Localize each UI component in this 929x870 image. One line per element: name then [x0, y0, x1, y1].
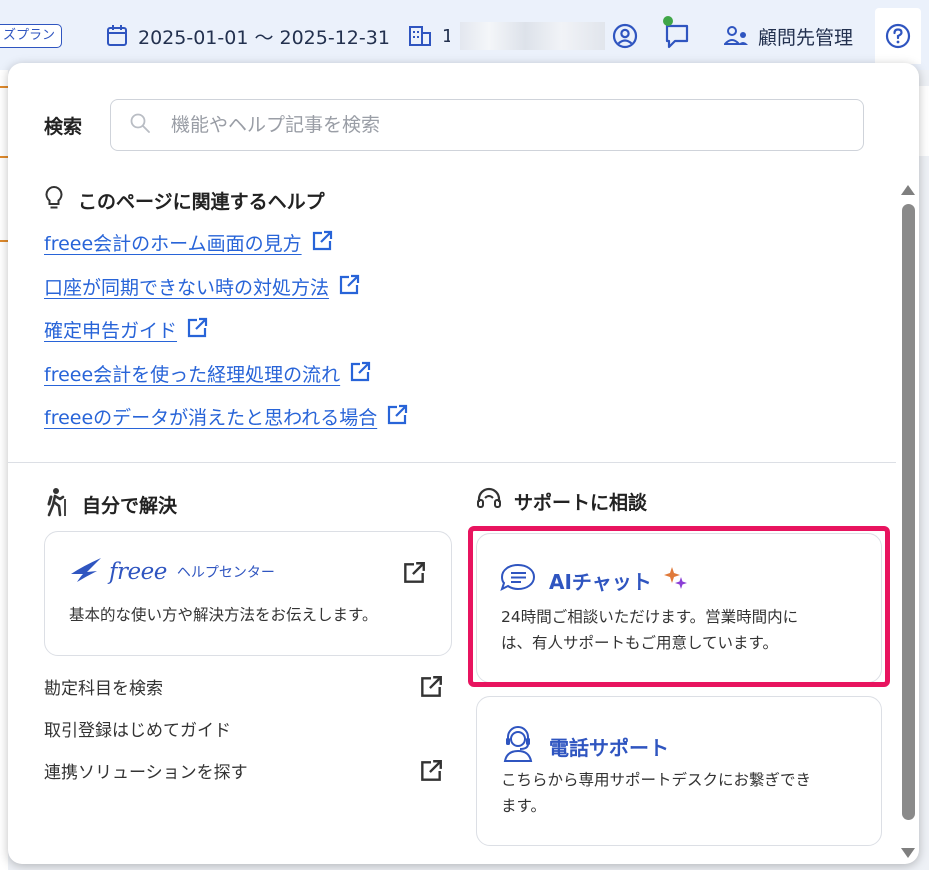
scroll-down-arrow[interactable]: [901, 848, 915, 858]
calendar-icon: [106, 24, 128, 48]
notification-dot: [663, 16, 673, 26]
phone-support-description-line: こちらから専用サポートデスクにお繋ぎでき: [501, 771, 812, 789]
search-box[interactable]: [110, 99, 864, 151]
help-dropdown-panel: 検索 このページに関連するヘルプ freee会計のホーム画面の見方 口座が同期で…: [8, 63, 919, 864]
top-bar: ズプラン 2025-01-01 〜 2025-12-31 1 顧問先管理: [0, 0, 929, 70]
chat-bubble-icon: [499, 562, 537, 598]
support-heading: サポートに相談: [476, 487, 647, 516]
related-help-link[interactable]: 口座が同期できない時の対処方法: [44, 273, 409, 317]
section-divider: [8, 462, 896, 463]
background-panel-edge: [918, 86, 929, 156]
external-link-icon: [401, 560, 427, 590]
ai-chat-description: 24時間ご相談いただけます。営業時間内に は、有人サポートもご用意しています。: [501, 604, 798, 656]
related-help-link[interactable]: freee会計のホーム画面の見方: [44, 229, 409, 273]
help-search-row: 検索: [44, 99, 864, 151]
profile-button[interactable]: [612, 20, 638, 52]
search-label: 検索: [44, 115, 83, 138]
background-divider: [0, 86, 8, 88]
scrollbar-thumb[interactable]: [902, 204, 915, 820]
related-help-link-text[interactable]: freee会計のホーム画面の見方: [44, 229, 302, 256]
related-help-link-text[interactable]: freee会計を使った経理処理の流れ: [44, 360, 340, 387]
related-help-link-text[interactable]: 口座が同期できない時の対処方法: [44, 273, 329, 300]
ai-chat-card[interactable]: AIチャット 24時間ご相談いただけます。営業時間内に は、有人サポートもご用意…: [476, 533, 882, 683]
fiscal-period-selector[interactable]: 2025-01-01 〜 2025-12-31: [106, 20, 390, 52]
self-solve-heading: 自分で解決: [46, 487, 177, 522]
scroll-up-arrow[interactable]: [901, 185, 915, 195]
phone-support-description-line: ます。: [501, 797, 546, 815]
self-solve-title: 自分で解決: [82, 495, 178, 517]
client-management-label: 顧問先管理: [758, 26, 854, 49]
help-icon: [885, 23, 911, 49]
phone-support-header: 電話サポート: [499, 725, 669, 767]
tool-link-label: 取引登録はじめてガイド: [44, 721, 231, 741]
office-name-fragment: 1: [442, 25, 450, 47]
phone-support-label: 電話サポート: [549, 735, 669, 760]
ai-chat-description-line: は、有人サポートもご用意しています。: [501, 634, 778, 652]
headset-icon: [476, 487, 502, 516]
tool-link[interactable]: 取引登録はじめてガイド: [44, 716, 444, 758]
help-center-description: 基本的な使い方や解決方法をお伝えします。: [69, 606, 378, 624]
external-link-icon: [310, 229, 334, 257]
freee-help-center-logo: freee ヘルプセンター: [69, 556, 275, 588]
background-divider: [0, 240, 8, 242]
client-management-button[interactable]: 顧問先管理: [724, 20, 853, 52]
self-solve-tools: 勘定科目を検索 取引登録はじめてガイド 連携ソリューションを探す: [44, 674, 444, 800]
operator-icon: [499, 725, 537, 767]
freee-logo-word: freee: [109, 559, 167, 585]
external-link-icon: [337, 273, 361, 301]
ai-chat-header: AIチャット: [499, 562, 688, 598]
message-button[interactable]: [663, 16, 691, 52]
tool-link-label: 勘定科目を検索: [44, 679, 163, 699]
plan-badge[interactable]: ズプラン: [0, 24, 63, 48]
ai-chat-label: AIチャット: [549, 569, 652, 594]
search-input[interactable]: [169, 113, 853, 137]
help-center-card[interactable]: freee ヘルプセンター 基本的な使い方や解決方法をお伝えします。: [44, 531, 452, 656]
external-link-icon: [418, 758, 444, 789]
office-icon: [408, 25, 432, 47]
tool-link-label: 連携ソリューションを探す: [44, 763, 248, 783]
related-help-link-text[interactable]: 確定申告ガイド: [44, 316, 177, 343]
profile-icon: [612, 23, 638, 49]
related-help-link-text[interactable]: freeeのデータが消えたと思われる場合: [44, 403, 377, 430]
external-link-icon: [348, 360, 372, 388]
date-range: 2025-01-01 〜 2025-12-31: [138, 26, 390, 49]
phone-support-card[interactable]: 電話サポート こちらから専用サポートデスクにお繋ぎでき ます。: [476, 696, 882, 846]
related-help-title: このページに関連するヘルプ: [78, 191, 325, 213]
chat-icon: [663, 22, 691, 50]
tool-link[interactable]: 連携ソリューションを探す: [44, 758, 444, 800]
help-button[interactable]: [875, 8, 921, 64]
sparkle-icon: [663, 566, 688, 594]
office-name-redacted: [460, 22, 605, 50]
tool-link[interactable]: 勘定科目を検索: [44, 674, 444, 716]
external-link-icon: [418, 674, 444, 705]
phone-support-description: こちらから専用サポートデスクにお繋ぎでき ます。: [501, 767, 811, 819]
search-icon: [129, 112, 151, 138]
lightbulb-icon: [44, 185, 64, 216]
office-selector[interactable]: 1: [408, 20, 605, 52]
background-divider: [0, 156, 8, 158]
related-help-link[interactable]: 確定申告ガイド: [44, 316, 409, 360]
related-help-link[interactable]: freeeのデータが消えたと思われる場合: [44, 403, 409, 447]
background-page: [0, 70, 8, 870]
external-link-icon: [185, 316, 209, 344]
related-help-links: freee会計のホーム画面の見方 口座が同期できない時の対処方法 確定申告ガイド…: [44, 229, 409, 447]
related-help-heading: このページに関連するヘルプ: [44, 185, 325, 216]
external-link-icon: [385, 403, 409, 431]
support-title: サポートに相談: [514, 492, 648, 514]
hiker-icon: [46, 487, 70, 522]
users-icon: [724, 25, 750, 47]
help-center-label: ヘルプセンター: [176, 565, 275, 581]
ai-chat-description-line: 24時間ご相談いただけます。営業時間内に: [501, 608, 799, 626]
freee-bird-icon: [69, 556, 103, 588]
related-help-link[interactable]: freee会計を使った経理処理の流れ: [44, 360, 409, 404]
